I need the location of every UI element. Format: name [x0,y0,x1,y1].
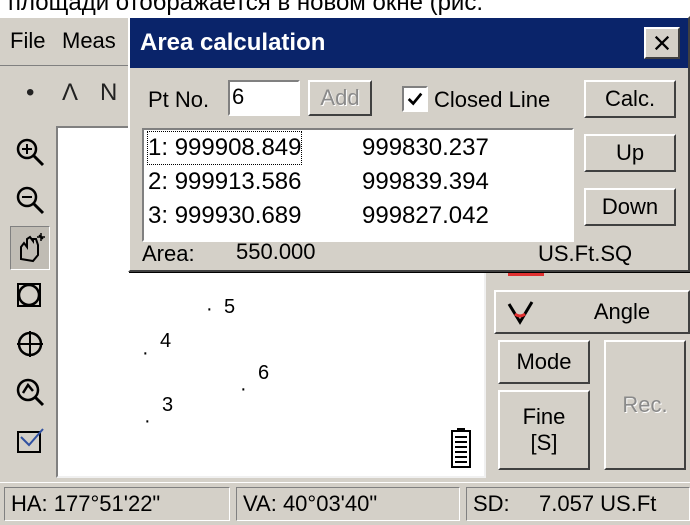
edit-properties-icon[interactable] [10,418,50,462]
zoom-center-icon[interactable] [10,322,50,366]
angle-icon [507,301,534,325]
point-y: 999827.042 [362,202,489,229]
slope-distance-label: SD: [473,491,510,516]
point-number-label: Pt No. [148,87,210,112]
point-5-label: 5 [224,296,236,318]
point-4-marker[interactable]: · [142,342,149,364]
point-3-label: 3 [162,394,174,416]
zoom-window-icon[interactable] [10,274,50,318]
area-unit: US.Ft.SQ [538,241,633,266]
vertical-angle-readout: VA: 40°03'40" [236,487,460,521]
point-id: 1: [148,134,169,161]
zoom-out-icon[interactable] [10,178,50,222]
list-item[interactable]: 3: 999930.689 999827.042 [148,200,489,232]
point-3-marker[interactable]: · [144,410,151,432]
area-value: 550.000 [236,239,316,264]
area-label: Area: [142,241,195,266]
closed-line-checkbox[interactable] [402,86,428,112]
polyline-tool-icon[interactable]: Ʌ [62,78,78,108]
dialog-title-bar: Area calculation [130,18,688,68]
point-x: 999908.849 [174,134,302,161]
menu-measure[interactable]: Meas [56,26,122,56]
up-button[interactable]: Up [584,134,676,172]
point-6-label: 6 [258,362,270,384]
point-number-input[interactable]: 6 [228,80,300,116]
points-list[interactable]: 1: 999908.849 999830.237 2: 999913.586 999… [142,128,574,242]
slope-distance-value: 7.057 US.Ft [539,491,657,516]
list-item[interactable]: 2: 999913.586 999839.394 [148,166,489,198]
point-4-label: 4 [160,330,172,352]
list-item[interactable]: 1: 999908.849 999830.237 [146,131,489,165]
fine-sublabel: [S] [530,430,558,455]
point-id: 2: [148,168,169,195]
point-y: 999839.394 [362,168,489,195]
dialog-title: Area calculation [140,29,326,56]
battery-icon [451,428,471,468]
close-icon [654,35,670,51]
zoom-extents-icon[interactable] [10,370,50,414]
angle-label: Angle [593,299,651,324]
point-x: 999930.689 [174,202,302,229]
point-id: 3: [148,202,169,229]
closed-line-label: Closed Line [434,87,551,112]
status-indicator [508,272,544,276]
close-button[interactable] [644,27,680,59]
area-calculation-dialog: Area calculation Pt No. 6 Add Closed Lin… [128,16,690,272]
point-5-marker[interactable]: · [206,298,213,320]
add-button[interactable]: Add [308,80,372,116]
checkmark-icon [407,92,423,106]
mode-button[interactable]: Mode [498,340,590,384]
curve-tool-icon[interactable]: Ν [100,78,117,108]
point-6-marker[interactable]: · [240,378,247,400]
pan-hand-icon[interactable] [10,226,50,270]
point-y: 999830.237 [362,134,489,161]
angle-button[interactable]: Angle [494,290,690,334]
point-tool-icon[interactable]: • [26,78,34,108]
menu-file[interactable]: File [4,26,51,56]
horizontal-angle-readout: HA: 177°51'22" [4,487,230,521]
fine-button[interactable]: Fine [S] [498,390,590,470]
slope-distance-readout: SD: 7.057 US.Ft [466,487,690,521]
down-button[interactable]: Down [584,188,676,226]
calc-button[interactable]: Calc. [584,80,676,118]
zoom-in-icon[interactable] [10,130,50,174]
status-bar: HA: 177°51'22" VA: 40°03'40" SD: 7.057 U… [0,482,690,525]
record-button[interactable]: Rec. [604,340,686,470]
fine-label: Fine [522,404,566,429]
point-x: 999913.586 [174,168,302,195]
view-toolbar [6,126,52,478]
